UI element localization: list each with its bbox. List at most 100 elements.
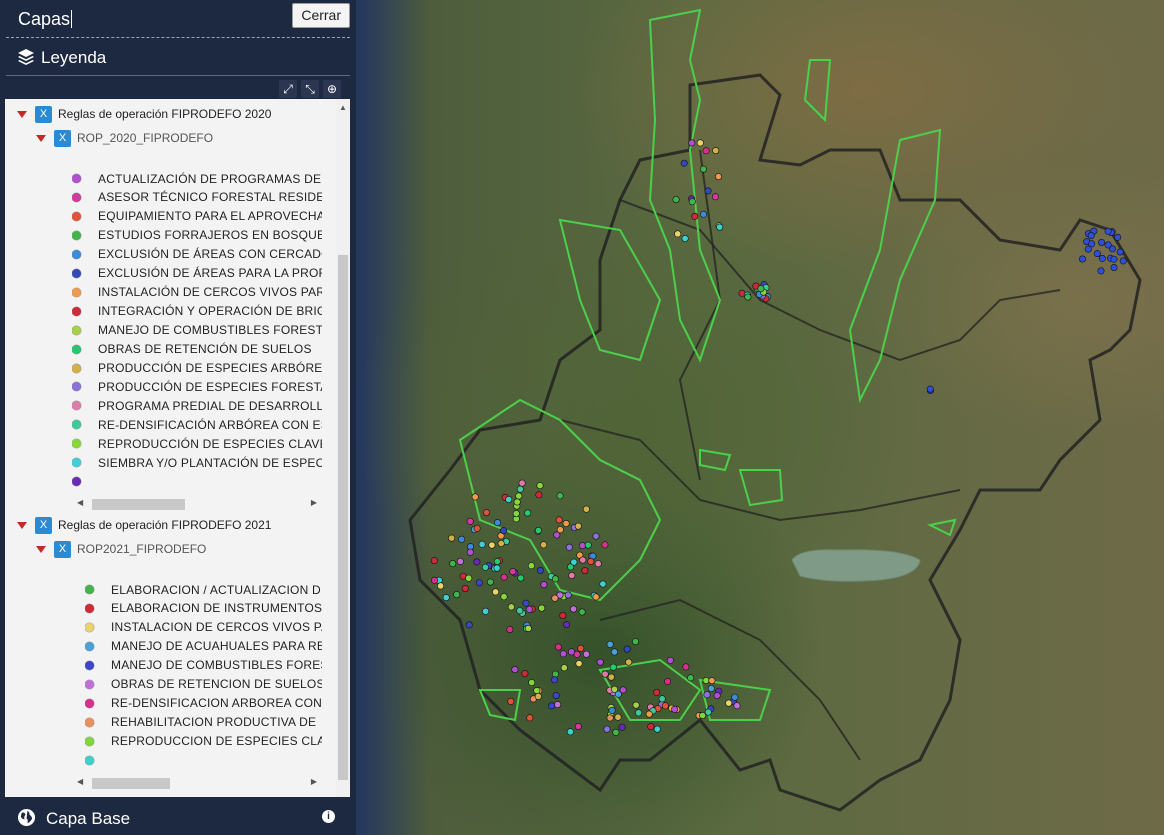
map-point[interactable] (563, 621, 571, 629)
map-point[interactable] (699, 210, 707, 218)
map-point[interactable] (707, 684, 715, 692)
map-point[interactable] (555, 516, 563, 524)
map-point[interactable] (565, 543, 573, 551)
map-point[interactable] (573, 650, 581, 658)
map-point[interactable] (702, 676, 710, 684)
map-point[interactable] (1079, 255, 1087, 263)
map-point[interactable] (575, 660, 583, 668)
map-point[interactable] (606, 714, 614, 722)
map-point[interactable] (592, 532, 600, 540)
zoom-in-icon[interactable]: ⊕ (323, 80, 341, 98)
map-point[interactable] (551, 676, 559, 684)
map-point[interactable] (711, 193, 719, 201)
scroll-left-icon[interactable]: ◀ (77, 498, 83, 507)
chevron-down-icon[interactable] (17, 110, 27, 118)
map-point[interactable] (442, 594, 450, 602)
chevron-down-icon[interactable] (17, 521, 27, 529)
map-point[interactable] (584, 541, 592, 549)
checkbox-x-icon[interactable]: X (54, 540, 71, 558)
map-point[interactable] (568, 571, 576, 579)
map-point[interactable] (437, 582, 445, 590)
collapse-icon[interactable]: ⤡ (301, 80, 319, 98)
map-point[interactable] (716, 223, 724, 231)
map-point[interactable] (538, 604, 546, 612)
scroll-thumb[interactable] (338, 255, 348, 780)
map-point[interactable] (559, 650, 567, 658)
map-point[interactable] (1088, 240, 1096, 248)
map-point[interactable] (725, 699, 733, 707)
group-node[interactable]: X Reglas de operación FIPRODEFO 2021 (17, 515, 271, 535)
legend-tree[interactable]: X Reglas de operación FIPRODEFO 2020 X R… (5, 99, 350, 797)
map-point[interactable] (674, 230, 682, 238)
map-point[interactable] (560, 664, 568, 672)
map-point[interactable] (1104, 227, 1112, 235)
map-point[interactable] (581, 567, 589, 575)
scroll-right-icon[interactable]: ▶ (311, 498, 317, 507)
map-point[interactable] (744, 293, 752, 301)
scroll-thumb[interactable] (92, 499, 185, 510)
map-point[interactable] (594, 560, 602, 568)
chevron-down-icon[interactable] (36, 545, 46, 553)
map-point[interactable] (599, 580, 607, 588)
map-point[interactable] (511, 666, 519, 674)
map-point[interactable] (552, 691, 560, 699)
scroll-left-icon[interactable]: ◀ (77, 777, 83, 786)
map-point[interactable] (592, 593, 600, 601)
map-point[interactable] (582, 505, 590, 513)
map-point[interactable] (703, 691, 711, 699)
map-point[interactable] (540, 581, 548, 589)
map-point[interactable] (714, 173, 722, 181)
map-point[interactable] (566, 728, 574, 736)
map-point[interactable] (540, 541, 548, 549)
info-icon[interactable]: i (322, 810, 335, 823)
map-point[interactable] (661, 702, 669, 710)
map-point[interactable] (632, 701, 640, 709)
map-point[interactable] (548, 702, 556, 710)
map-point[interactable] (623, 645, 631, 653)
map-point[interactable] (493, 564, 501, 572)
legend-header[interactable]: Leyenda (6, 38, 350, 76)
map-point[interactable] (607, 673, 615, 681)
map-point[interactable] (533, 687, 541, 695)
map-point[interactable] (551, 575, 559, 583)
map-point[interactable] (456, 557, 464, 565)
map-point[interactable] (515, 492, 523, 500)
map-point[interactable] (601, 541, 609, 549)
map-point[interactable] (521, 670, 529, 678)
map-point[interactable] (507, 697, 515, 705)
map-point[interactable] (461, 584, 469, 592)
map-point[interactable] (482, 508, 490, 516)
map-point[interactable] (666, 656, 674, 664)
map-point[interactable] (704, 187, 712, 195)
checkbox-x-icon[interactable]: X (35, 105, 52, 123)
sublayer-node[interactable]: X ROP_2020_FIPRODEFO (36, 128, 213, 148)
map-point[interactable] (497, 539, 505, 547)
map-point[interactable] (577, 644, 585, 652)
map-point[interactable] (466, 517, 474, 525)
map-point[interactable] (478, 540, 486, 548)
map-point[interactable] (587, 557, 595, 565)
map-point[interactable] (473, 558, 481, 566)
map-point[interactable] (512, 510, 520, 518)
map-point[interactable] (610, 685, 618, 693)
map-point[interactable] (534, 526, 542, 534)
map-point[interactable] (610, 648, 618, 656)
map-point[interactable] (449, 560, 457, 568)
checkbox-x-icon[interactable]: X (54, 129, 71, 147)
map-point[interactable] (535, 491, 543, 499)
map-point[interactable] (534, 692, 542, 700)
map-point[interactable] (556, 526, 564, 534)
map-point[interactable] (506, 625, 514, 633)
map-point[interactable] (578, 608, 586, 616)
map-point[interactable] (453, 591, 461, 599)
map-point[interactable] (551, 594, 559, 602)
map-point[interactable] (619, 686, 627, 694)
map-point[interactable] (430, 557, 438, 565)
map-point[interactable] (458, 535, 466, 543)
scroll-thumb[interactable] (92, 778, 170, 789)
map-point[interactable] (493, 557, 501, 565)
map-point[interactable] (1104, 241, 1112, 249)
map-point[interactable] (516, 607, 524, 615)
map-point[interactable] (731, 693, 739, 701)
map-point[interactable] (1119, 257, 1127, 265)
